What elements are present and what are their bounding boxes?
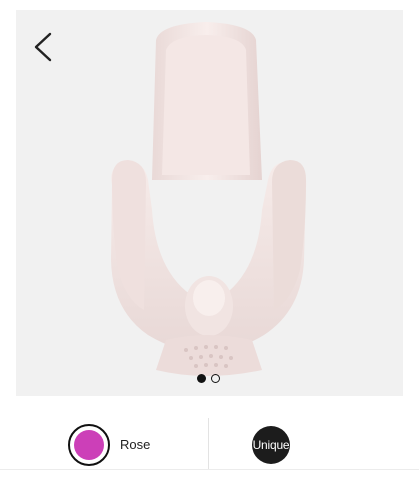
color-swatch-fill <box>74 430 104 460</box>
chevron-left-icon <box>34 32 52 62</box>
carousel-dot[interactable] <box>211 374 220 383</box>
bath-seat-image <box>111 22 307 376</box>
carousel-dot-active[interactable] <box>197 374 206 383</box>
back-button[interactable] <box>28 30 56 64</box>
product-image-gallery[interactable] <box>16 10 403 396</box>
size-option-unique[interactable]: Unique <box>252 426 290 464</box>
options-divider <box>208 418 209 470</box>
product-options: Rose Unique <box>0 418 419 470</box>
color-label: Rose <box>120 437 151 452</box>
bottom-divider <box>0 469 419 470</box>
color-swatch-rose[interactable] <box>68 424 110 466</box>
carousel-indicator <box>197 374 220 386</box>
